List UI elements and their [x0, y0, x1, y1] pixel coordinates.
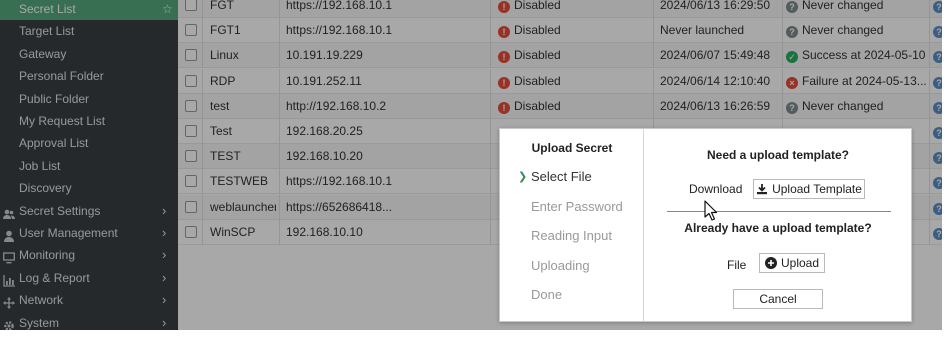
upload-template-label: Upload Template — [772, 182, 862, 196]
wizard-step: Select File — [531, 169, 592, 184]
download-label: Download — [689, 182, 743, 196]
divider — [667, 211, 891, 212]
upload-panel: Need a upload template? Download Upload … — [645, 129, 911, 321]
dialog-title: Upload Secret — [531, 141, 613, 155]
wizard-step: Done — [531, 287, 563, 303]
upload-button[interactable]: Upload — [759, 253, 825, 273]
have-template-heading: Already have a upload template? — [684, 221, 872, 235]
chevron-right-icon: ❯ — [518, 171, 528, 183]
upload-secret-dialog: Upload Secret ❯ Select File Enter Password… — [499, 128, 912, 322]
wizard-step: Reading Input — [531, 228, 612, 244]
cancel-button[interactable]: Cancel — [733, 289, 823, 309]
download-icon — [756, 182, 768, 200]
plus-circle-icon — [764, 256, 777, 274]
file-label: File — [727, 258, 747, 272]
upload-template-button[interactable]: Upload Template — [753, 179, 865, 199]
wizard-step: Enter Password — [531, 198, 623, 214]
wizard-step: Uploading — [531, 257, 590, 273]
upload-label: Upload — [780, 256, 820, 270]
wizard-steps: Upload Secret ❯ Select File Enter Password… — [500, 129, 644, 321]
template-heading: Need a upload template? — [706, 148, 850, 162]
mouse-cursor-icon — [704, 200, 718, 221]
